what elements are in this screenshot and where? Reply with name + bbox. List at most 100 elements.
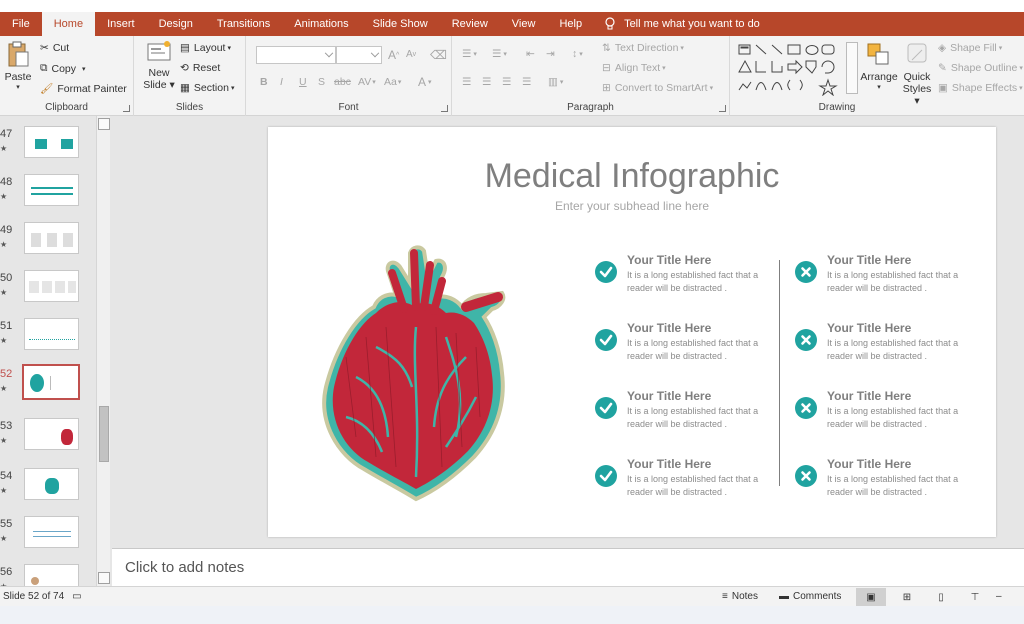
tab-help[interactable]: Help [547,12,594,36]
list-item[interactable]: Your Title Here It is a long established… [595,389,770,439]
shape-outline-button[interactable]: ✎ Shape Outline ▾ [938,62,1023,74]
shadow-button[interactable]: S [318,76,325,88]
slide-thumbnail[interactable] [24,468,79,500]
thumbnail-scrollbar[interactable] [96,116,110,586]
slideshow-button[interactable]: ⊤ [960,588,990,606]
slide-title[interactable]: Medical Infographic [268,157,996,196]
notes-toggle-button[interactable]: ≡ Notes [722,591,758,602]
format-painter-button[interactable]: 🖌 Format Painter [40,82,127,96]
shape-effects-button[interactable]: ▣ Shape Effects ▾ [938,82,1023,94]
thumbnail-row[interactable]: 50 ★ [0,270,96,314]
quick-styles-button[interactable]: Quick Styles ▾ [900,40,934,107]
slide-sorter-button[interactable]: ⊞ [892,588,922,606]
shape-fill-button[interactable]: ◈ Shape Fill ▾ [938,42,1002,54]
font-launcher-icon[interactable] [441,105,448,112]
spellcheck-icon[interactable]: ▭ [72,591,81,602]
arrange-button[interactable]: Arrange ▾ [858,40,900,91]
thumbnail-row[interactable]: 53 ★ [0,418,96,462]
text-direction-button[interactable]: ⇅ Text Direction ▾ [602,42,684,54]
align-right-button[interactable]: ☰ [502,76,511,88]
bold-button[interactable]: B [260,76,268,88]
thumbnail-row[interactable]: 51 ★ [0,318,96,362]
tab-file[interactable]: File [0,12,42,36]
zoom-out-button[interactable]: – [996,591,1002,602]
shrink-font-button[interactable]: Av [406,49,416,60]
list-item[interactable]: Your Title Here It is a long established… [595,253,770,303]
clipboard-launcher-icon[interactable] [123,105,130,112]
new-slide-button[interactable]: New Slide ▾ [142,40,176,91]
anatomical-heart-image[interactable] [316,237,526,507]
bullets-button[interactable]: ☰ ▾ [462,48,477,60]
numbering-button[interactable]: ☰ ▾ [492,48,507,60]
slide-thumbnail[interactable] [24,222,79,254]
list-item[interactable]: Your Title Here It is a long established… [795,389,970,439]
grow-font-button[interactable]: A ^ [388,48,399,62]
tab-design[interactable]: Design [147,12,205,36]
slide-thumbnail[interactable] [24,174,79,206]
thumbnail-row[interactable]: 54 ★ [0,468,96,512]
slide-thumbnail[interactable] [24,516,79,548]
strikethrough-button[interactable]: abc [334,76,351,88]
tab-slide-show[interactable]: Slide Show [361,12,440,36]
columns-button[interactable]: ▥ ▾ [548,76,563,88]
align-center-button[interactable]: ☰ [482,76,491,88]
section-button[interactable]: ▦ Section ▾ [180,82,234,94]
align-text-button[interactable]: ⊟ Align Text ▾ [602,62,666,74]
reading-view-button[interactable]: ▯ [926,588,956,606]
align-left-button[interactable]: ☰ [462,76,471,88]
list-item[interactable]: Your Title Here It is a long established… [595,457,770,507]
font-size-dropdown[interactable] [336,46,382,64]
tab-review[interactable]: Review [440,12,500,36]
font-color-button[interactable]: A ▾ [418,75,432,89]
justify-button[interactable]: ☰ [522,76,531,88]
copy-button[interactable]: ⧉ Copy ▾ [40,62,86,75]
list-item[interactable]: Your Title Here It is a long established… [795,457,970,507]
scroll-down-icon[interactable] [98,572,110,584]
font-name-dropdown[interactable] [256,46,336,64]
thumbnail-row[interactable]: 47 ★ [0,126,96,170]
shapes-gallery[interactable] [736,42,852,96]
paste-button[interactable]: Paste ▾ [4,40,32,91]
underline-button[interactable]: U [299,76,307,88]
char-spacing-button[interactable]: AV ▾ [358,76,376,88]
decrease-indent-button[interactable]: ⇤ [526,48,535,60]
list-item[interactable]: Your Title Here It is a long established… [795,253,970,303]
convert-smartart-button[interactable]: ⊞ Convert to SmartArt ▾ [602,82,713,94]
slide-thumbnail[interactable] [24,418,79,450]
reset-button[interactable]: ⟲ Reset [180,62,220,74]
slide-subtitle[interactable]: Enter your subhead line here [268,199,996,213]
slide-thumbnail[interactable] [24,126,79,158]
change-case-button[interactable]: Aa ▾ [384,76,401,88]
thumbnail-row[interactable]: 48 ★ [0,174,96,218]
slide-thumbnail[interactable] [22,364,80,400]
tab-insert[interactable]: Insert [95,12,147,36]
line-spacing-button[interactable]: ↕ ▾ [572,48,583,60]
slide-thumbnail[interactable] [24,270,79,302]
tell-me-search[interactable]: Tell me what you want to do [594,17,760,31]
thumbnail-row[interactable]: 56 ★ [0,564,96,586]
thumbnail-row[interactable]: 49 ★ [0,222,96,266]
scroll-up-icon[interactable] [98,118,110,130]
list-item[interactable]: Your Title Here It is a long established… [795,321,970,371]
tab-animations[interactable]: Animations [282,12,360,36]
slide-thumbnail[interactable] [24,318,79,350]
layout-button[interactable]: ▤ Layout ▾ [180,42,231,54]
tab-view[interactable]: View [500,12,548,36]
shapes-scroll-more[interactable] [846,42,858,94]
clear-formatting-icon[interactable]: ⌫ [430,48,447,62]
slide-counter-label: Slide 52 of 74 [3,591,65,602]
tab-transitions[interactable]: Transitions [205,12,282,36]
comments-toggle-button[interactable]: ▬ Comments [779,591,841,602]
italic-button[interactable]: I [280,76,283,88]
notes-pane[interactable]: Click to add notes [112,548,1024,586]
thumbnail-row[interactable]: 52 ★ [0,364,96,410]
slide-thumbnail[interactable] [24,564,79,586]
increase-indent-button[interactable]: ⇥ [546,48,555,60]
tab-home[interactable]: Home [41,12,96,36]
cut-button[interactable]: ✂ Cut [40,42,69,54]
scrollbar-thumb[interactable] [99,406,109,462]
normal-view-button[interactable]: ▣ [856,588,886,606]
slide-canvas[interactable]: Medical Infographic Enter your subhead l… [268,127,996,537]
list-item[interactable]: Your Title Here It is a long established… [595,321,770,371]
thumbnail-row[interactable]: 55 ★ [0,516,96,560]
